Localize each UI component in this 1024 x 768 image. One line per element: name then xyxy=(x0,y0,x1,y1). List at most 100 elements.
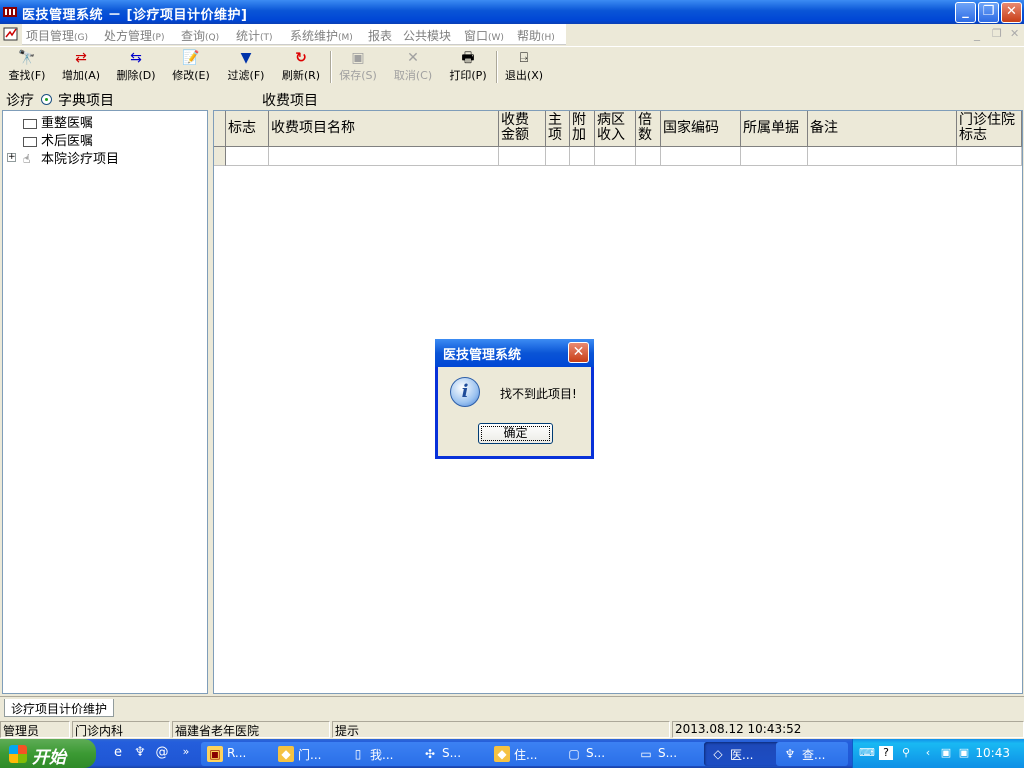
column-header[interactable]: 标志 xyxy=(226,111,269,147)
column-header[interactable]: 门诊住院 标志 xyxy=(957,111,1022,147)
binoculars-icon: 🔭 xyxy=(18,50,36,66)
find-button[interactable]: 🔭 查找(F) xyxy=(0,49,54,85)
window-title: 医技管理系统 － [诊疗项目计价维护] xyxy=(22,8,248,23)
chevron-icon[interactable]: » xyxy=(178,745,194,761)
disk-icon: ▣ xyxy=(351,50,365,66)
menu-item-project[interactable]: 项目管理(G) xyxy=(26,27,88,44)
app-icon: ◆ xyxy=(494,746,510,762)
mdi-restore-icon[interactable]: ❐ xyxy=(992,27,1002,40)
mdi-tab[interactable]: 诊疗项目计价维护 xyxy=(4,699,115,717)
info-icon: i xyxy=(450,377,480,407)
grid-cell[interactable] xyxy=(499,147,546,166)
network-connection-icon[interactable]: ▣ xyxy=(939,746,953,760)
tree-node[interactable]: 术后医嘱 xyxy=(23,130,93,149)
tray-arrow-icon[interactable]: ‹ xyxy=(921,746,935,760)
ok-button[interactable]: 确定 xyxy=(478,423,553,444)
grid-cell[interactable] xyxy=(226,147,269,166)
clock[interactable]: 10:43 xyxy=(975,746,1010,760)
menu-item-window[interactable]: 窗口(W) xyxy=(464,27,504,44)
edit-button[interactable]: 📝 修改(E) xyxy=(164,49,218,85)
hand-icon: ☝ xyxy=(23,152,31,166)
child-window-icon[interactable] xyxy=(3,26,19,42)
grid-cell[interactable] xyxy=(570,147,595,166)
grid-cell[interactable] xyxy=(741,147,808,166)
column-header[interactable]: 倍 数 xyxy=(636,111,661,147)
add-button[interactable]: ⇄ 增加(A) xyxy=(54,49,108,85)
network-connection-icon[interactable]: ▣ xyxy=(957,746,971,760)
refresh-button[interactable]: ↻ 刷新(R) xyxy=(274,49,328,85)
dict-radio[interactable] xyxy=(41,94,52,105)
add-row-icon: ⇄ xyxy=(75,50,87,66)
delete-button[interactable]: ⇆ 删除(D) xyxy=(109,49,163,85)
column-header[interactable]: 病区 收入 xyxy=(595,111,636,147)
dialog-close-button[interactable]: ✕ xyxy=(568,342,589,363)
folder-icon: ▭ xyxy=(640,747,652,761)
funnel-icon: ▼ xyxy=(240,50,252,66)
dialog-message: 找不到此项目! xyxy=(500,387,577,401)
category-tree: 重整医嘱 术后医嘱 + ☝ 本院诊疗项目 xyxy=(2,110,208,694)
ie-alt-icon[interactable]: @ xyxy=(154,745,170,761)
menu-item-common[interactable]: 公共模块 xyxy=(403,27,451,44)
delete-row-icon: ⇆ xyxy=(130,50,142,66)
column-header[interactable]: 主 项 xyxy=(546,111,570,147)
cancel-button[interactable]: ✕ 取消(C) xyxy=(386,49,440,85)
exit-button[interactable]: ⍈ 退出(X) xyxy=(497,49,551,85)
menu-item-stats[interactable]: 统计(T) xyxy=(236,27,273,44)
taskbar-button[interactable]: ♆ 查... xyxy=(776,742,848,766)
message-dialog: 医技管理系统 ✕ i 找不到此项目! 确定 xyxy=(435,339,594,459)
grid-cell[interactable] xyxy=(636,147,661,166)
mdi-close-icon[interactable]: ✕ xyxy=(1010,27,1019,40)
network-icon[interactable]: ⚲ xyxy=(899,746,913,760)
grid-cell[interactable] xyxy=(957,147,1022,166)
app-icon: ▢ xyxy=(568,747,580,761)
grid-cell[interactable] xyxy=(269,147,499,166)
menu-strip: 项目管理(G) 处方管理(P) 查询(Q) 统计(T) 系统维护(M) 报表 公… xyxy=(22,24,566,45)
column-header[interactable]: 所属单据 xyxy=(741,111,808,147)
app-icon: ✣ xyxy=(424,747,436,761)
column-header[interactable]: 收费项目名称 xyxy=(269,111,499,147)
row-header[interactable] xyxy=(214,147,226,166)
dict-radio-label[interactable]: 字典项目 xyxy=(58,90,114,110)
column-header[interactable]: 附 加 xyxy=(570,111,595,147)
column-header[interactable]: 备注 xyxy=(808,111,957,147)
minimize-button[interactable]: _ xyxy=(955,2,976,23)
left-panel-prefix: 诊疗 xyxy=(6,93,34,109)
expand-icon[interactable]: + xyxy=(7,153,16,162)
tree-node[interactable]: 重整医嘱 xyxy=(23,112,93,131)
grid-cell[interactable] xyxy=(661,147,741,166)
app-icon: ▣ xyxy=(207,746,223,762)
grid-title: 收费项目 xyxy=(262,93,318,109)
mdi-minimize-icon[interactable]: _ xyxy=(974,27,980,41)
restore-button[interactable]: ❐ xyxy=(978,2,999,23)
row-header-corner xyxy=(214,111,226,147)
filter-button[interactable]: ▼ 过滤(F) xyxy=(219,49,273,85)
grid-cell[interactable] xyxy=(808,147,957,166)
column-header[interactable]: 国家编码 xyxy=(661,111,741,147)
menu-item-reports[interactable]: 报表 xyxy=(368,27,392,44)
menu-item-system[interactable]: 系统维护(M) xyxy=(290,27,353,44)
save-button[interactable]: ▣ 保存(S) xyxy=(331,49,385,85)
title-bar[interactable]: 医技管理系统 － [诊疗项目计价维护] _ ❐ ✕ xyxy=(0,0,1024,24)
x-icon: ✕ xyxy=(407,50,419,66)
app-quicklaunch-icon[interactable]: ♆ xyxy=(132,745,148,761)
app-icon: ▯ xyxy=(354,747,362,761)
app-icon: ♆ xyxy=(784,747,796,761)
column-header[interactable]: 收费 金额 xyxy=(499,111,546,147)
ie-icon[interactable]: e xyxy=(110,745,126,761)
keyboard-icon[interactable]: ⌨ xyxy=(859,746,875,760)
system-tray: ⌨ ? ⚲ ‹ ▣ ▣ 10:43 xyxy=(852,739,1024,768)
status-department: 门诊内科 xyxy=(72,721,170,738)
print-button[interactable]: 🖶 打印(P) xyxy=(441,49,495,85)
menu-item-help[interactable]: 帮助(H) xyxy=(517,27,555,44)
menu-item-query[interactable]: 查询(Q) xyxy=(181,27,219,44)
help-icon[interactable]: ? xyxy=(879,746,893,760)
start-button[interactable]: 开始 xyxy=(0,739,96,768)
grid-cell[interactable] xyxy=(546,147,570,166)
toolbar: 🔭 查找(F) ⇄ 增加(A) ⇆ 删除(D) 📝 修改(E) ▼ 过滤(F) ↻ 刷新(R… xyxy=(0,46,1024,86)
tree-node[interactable]: ☝ 本院诊疗项目 xyxy=(23,148,119,167)
menu-item-prescription[interactable]: 处方管理(P) xyxy=(104,27,164,44)
close-button[interactable]: ✕ xyxy=(1001,2,1022,23)
app-icon xyxy=(3,5,17,18)
form-icon xyxy=(23,118,37,129)
grid-cell[interactable] xyxy=(595,147,636,166)
